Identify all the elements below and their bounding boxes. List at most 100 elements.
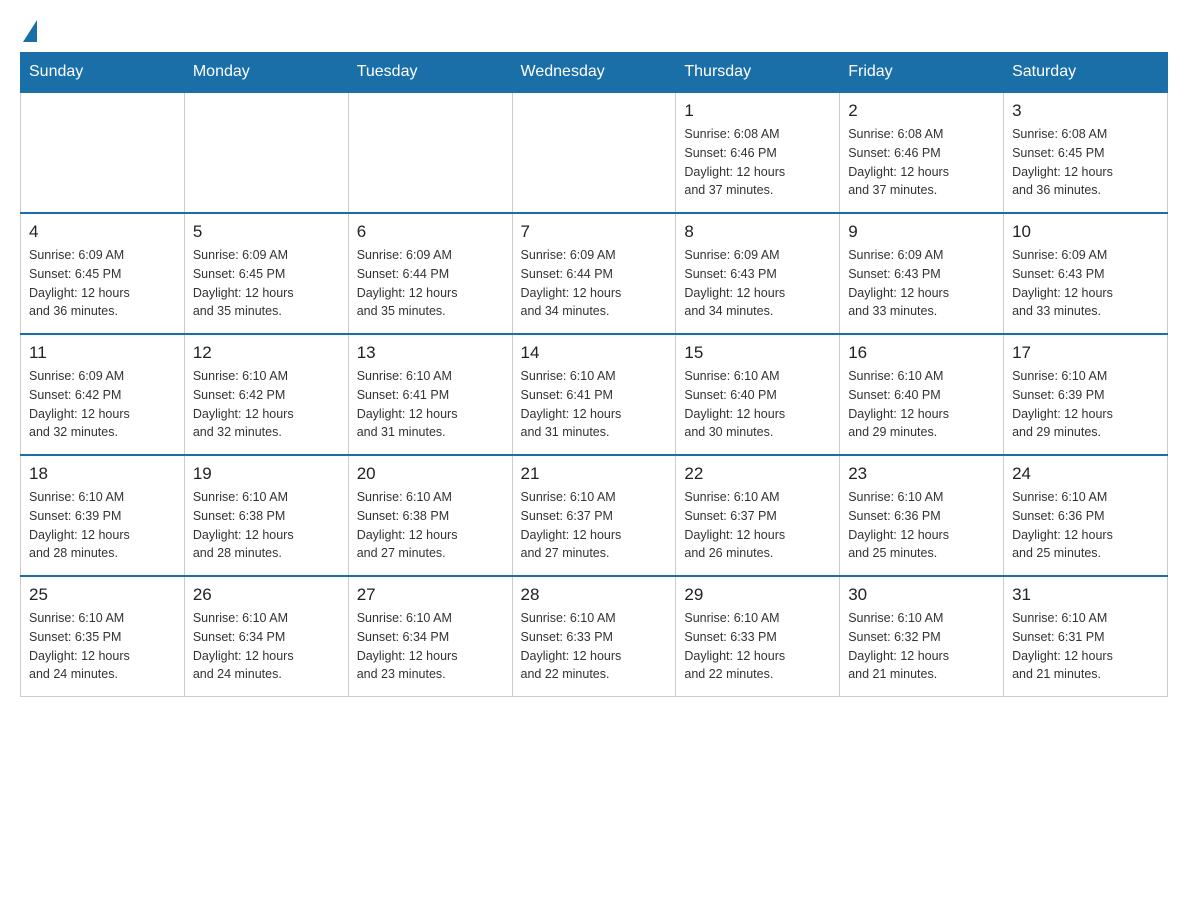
day-info: Sunrise: 6:10 AM Sunset: 6:37 PM Dayligh… bbox=[521, 488, 668, 563]
day-info: Sunrise: 6:10 AM Sunset: 6:41 PM Dayligh… bbox=[521, 367, 668, 442]
weekday-header-saturday: Saturday bbox=[1004, 53, 1168, 93]
day-number: 24 bbox=[1012, 464, 1159, 484]
calendar-cell: 10 Sunrise: 6:09 AM Sunset: 6:43 PM Dayli… bbox=[1004, 213, 1168, 334]
calendar-cell: 28 Sunrise: 6:10 AM Sunset: 6:33 PM Dayli… bbox=[512, 576, 676, 697]
calendar-cell: 29Sunrise: 6:10 AM Sunset: 6:33 PM Dayli… bbox=[676, 576, 840, 697]
day-info: Sunrise: 6:09 AM Sunset: 6:43 PM Dayligh… bbox=[684, 246, 831, 321]
logo-triangle-icon bbox=[23, 20, 37, 42]
calendar-cell: 7 Sunrise: 6:09 AM Sunset: 6:44 PM Daylig… bbox=[512, 213, 676, 334]
day-info: Sunrise: 6:08 AM Sunset: 6:46 PM Dayligh… bbox=[684, 125, 831, 200]
day-number: 20 bbox=[357, 464, 504, 484]
calendar-cell: 18Sunrise: 6:10 AM Sunset: 6:39 PM Dayli… bbox=[21, 455, 185, 576]
day-info: Sunrise: 6:10 AM Sunset: 6:37 PM Dayligh… bbox=[684, 488, 831, 563]
day-number: 28 bbox=[521, 585, 668, 605]
calendar-week-3: 11Sunrise: 6:09 AM Sunset: 6:42 PM Dayli… bbox=[21, 334, 1168, 455]
day-info: Sunrise: 6:10 AM Sunset: 6:36 PM Dayligh… bbox=[1012, 488, 1159, 563]
day-number: 4 bbox=[29, 222, 176, 242]
calendar-cell: 15 Sunrise: 6:10 AM Sunset: 6:40 PM Dayli… bbox=[676, 334, 840, 455]
day-info: Sunrise: 6:10 AM Sunset: 6:31 PM Dayligh… bbox=[1012, 609, 1159, 684]
day-number: 30 bbox=[848, 585, 995, 605]
calendar-cell: 24 Sunrise: 6:10 AM Sunset: 6:36 PM Dayli… bbox=[1004, 455, 1168, 576]
logo-line1 bbox=[20, 20, 37, 38]
day-number: 6 bbox=[357, 222, 504, 242]
day-info: Sunrise: 6:10 AM Sunset: 6:39 PM Dayligh… bbox=[1012, 367, 1159, 442]
day-info: Sunrise: 6:08 AM Sunset: 6:46 PM Dayligh… bbox=[848, 125, 995, 200]
calendar-cell bbox=[512, 92, 676, 213]
calendar-cell: 12 Sunrise: 6:10 AM Sunset: 6:42 PM Dayli… bbox=[184, 334, 348, 455]
day-info: Sunrise: 6:10 AM Sunset: 6:35 PM Dayligh… bbox=[29, 609, 176, 684]
day-number: 25 bbox=[29, 585, 176, 605]
day-info: Sunrise: 6:10 AM Sunset: 6:33 PM Dayligh… bbox=[684, 609, 831, 684]
calendar-week-2: 4 Sunrise: 6:09 AM Sunset: 6:45 PM Daylig… bbox=[21, 213, 1168, 334]
day-info: Sunrise: 6:10 AM Sunset: 6:38 PM Dayligh… bbox=[193, 488, 340, 563]
calendar-cell: 2Sunrise: 6:08 AM Sunset: 6:46 PM Daylig… bbox=[840, 92, 1004, 213]
calendar-cell: 23 Sunrise: 6:10 AM Sunset: 6:36 PM Dayli… bbox=[840, 455, 1004, 576]
day-number: 26 bbox=[193, 585, 340, 605]
day-number: 27 bbox=[357, 585, 504, 605]
day-number: 23 bbox=[848, 464, 995, 484]
day-number: 15 bbox=[684, 343, 831, 363]
calendar-body: 1 Sunrise: 6:08 AM Sunset: 6:46 PM Daylig… bbox=[21, 92, 1168, 697]
day-number: 14 bbox=[521, 343, 668, 363]
day-info: Sunrise: 6:10 AM Sunset: 6:40 PM Dayligh… bbox=[848, 367, 995, 442]
day-number: 13 bbox=[357, 343, 504, 363]
day-number: 17 bbox=[1012, 343, 1159, 363]
calendar-cell: 31Sunrise: 6:10 AM Sunset: 6:31 PM Dayli… bbox=[1004, 576, 1168, 697]
calendar-table: SundayMondayTuesdayWednesdayThursdayFrid… bbox=[20, 52, 1168, 697]
calendar-cell: 14 Sunrise: 6:10 AM Sunset: 6:41 PM Dayli… bbox=[512, 334, 676, 455]
calendar-cell: 30 Sunrise: 6:10 AM Sunset: 6:32 PM Dayli… bbox=[840, 576, 1004, 697]
day-number: 11 bbox=[29, 343, 176, 363]
day-info: Sunrise: 6:09 AM Sunset: 6:43 PM Dayligh… bbox=[1012, 246, 1159, 321]
logo bbox=[20, 20, 37, 34]
day-info: Sunrise: 6:10 AM Sunset: 6:33 PM Dayligh… bbox=[521, 609, 668, 684]
day-info: Sunrise: 6:10 AM Sunset: 6:39 PM Dayligh… bbox=[29, 488, 176, 563]
calendar-cell bbox=[21, 92, 185, 213]
calendar-cell: 16 Sunrise: 6:10 AM Sunset: 6:40 PM Dayli… bbox=[840, 334, 1004, 455]
calendar-cell: 17 Sunrise: 6:10 AM Sunset: 6:39 PM Dayli… bbox=[1004, 334, 1168, 455]
day-info: Sunrise: 6:10 AM Sunset: 6:42 PM Dayligh… bbox=[193, 367, 340, 442]
day-info: Sunrise: 6:10 AM Sunset: 6:41 PM Dayligh… bbox=[357, 367, 504, 442]
day-info: Sunrise: 6:10 AM Sunset: 6:32 PM Dayligh… bbox=[848, 609, 995, 684]
weekday-header-monday: Monday bbox=[184, 53, 348, 93]
day-number: 5 bbox=[193, 222, 340, 242]
day-info: Sunrise: 6:09 AM Sunset: 6:45 PM Dayligh… bbox=[29, 246, 176, 321]
weekday-header-row: SundayMondayTuesdayWednesdayThursdayFrid… bbox=[21, 53, 1168, 93]
weekday-header-friday: Friday bbox=[840, 53, 1004, 93]
day-info: Sunrise: 6:09 AM Sunset: 6:45 PM Dayligh… bbox=[193, 246, 340, 321]
calendar-cell: 20 Sunrise: 6:10 AM Sunset: 6:38 PM Dayli… bbox=[348, 455, 512, 576]
day-info: Sunrise: 6:09 AM Sunset: 6:44 PM Dayligh… bbox=[521, 246, 668, 321]
calendar-cell: 26 Sunrise: 6:10 AM Sunset: 6:34 PM Dayli… bbox=[184, 576, 348, 697]
calendar-week-5: 25 Sunrise: 6:10 AM Sunset: 6:35 PM Dayli… bbox=[21, 576, 1168, 697]
weekday-header-tuesday: Tuesday bbox=[348, 53, 512, 93]
day-number: 12 bbox=[193, 343, 340, 363]
calendar-cell: 3 Sunrise: 6:08 AM Sunset: 6:45 PM Daylig… bbox=[1004, 92, 1168, 213]
page-header bbox=[20, 20, 1168, 34]
weekday-header-sunday: Sunday bbox=[21, 53, 185, 93]
calendar-cell: 11Sunrise: 6:09 AM Sunset: 6:42 PM Dayli… bbox=[21, 334, 185, 455]
calendar-cell: 9Sunrise: 6:09 AM Sunset: 6:43 PM Daylig… bbox=[840, 213, 1004, 334]
day-number: 3 bbox=[1012, 101, 1159, 121]
day-number: 10 bbox=[1012, 222, 1159, 242]
calendar-cell bbox=[348, 92, 512, 213]
calendar-week-1: 1 Sunrise: 6:08 AM Sunset: 6:46 PM Daylig… bbox=[21, 92, 1168, 213]
day-number: 9 bbox=[848, 222, 995, 242]
calendar-cell: 8 Sunrise: 6:09 AM Sunset: 6:43 PM Daylig… bbox=[676, 213, 840, 334]
day-info: Sunrise: 6:10 AM Sunset: 6:36 PM Dayligh… bbox=[848, 488, 995, 563]
day-info: Sunrise: 6:10 AM Sunset: 6:38 PM Dayligh… bbox=[357, 488, 504, 563]
day-number: 16 bbox=[848, 343, 995, 363]
calendar-cell: 13 Sunrise: 6:10 AM Sunset: 6:41 PM Dayli… bbox=[348, 334, 512, 455]
day-number: 19 bbox=[193, 464, 340, 484]
calendar-cell: 1 Sunrise: 6:08 AM Sunset: 6:46 PM Daylig… bbox=[676, 92, 840, 213]
day-number: 21 bbox=[521, 464, 668, 484]
day-number: 8 bbox=[684, 222, 831, 242]
calendar-cell: 6Sunrise: 6:09 AM Sunset: 6:44 PM Daylig… bbox=[348, 213, 512, 334]
day-info: Sunrise: 6:10 AM Sunset: 6:34 PM Dayligh… bbox=[193, 609, 340, 684]
day-info: Sunrise: 6:10 AM Sunset: 6:40 PM Dayligh… bbox=[684, 367, 831, 442]
day-number: 1 bbox=[684, 101, 831, 121]
calendar-cell: 21 Sunrise: 6:10 AM Sunset: 6:37 PM Dayli… bbox=[512, 455, 676, 576]
calendar-cell: 4 Sunrise: 6:09 AM Sunset: 6:45 PM Daylig… bbox=[21, 213, 185, 334]
day-number: 7 bbox=[521, 222, 668, 242]
calendar-cell: 19 Sunrise: 6:10 AM Sunset: 6:38 PM Dayli… bbox=[184, 455, 348, 576]
calendar-cell bbox=[184, 92, 348, 213]
day-info: Sunrise: 6:08 AM Sunset: 6:45 PM Dayligh… bbox=[1012, 125, 1159, 200]
